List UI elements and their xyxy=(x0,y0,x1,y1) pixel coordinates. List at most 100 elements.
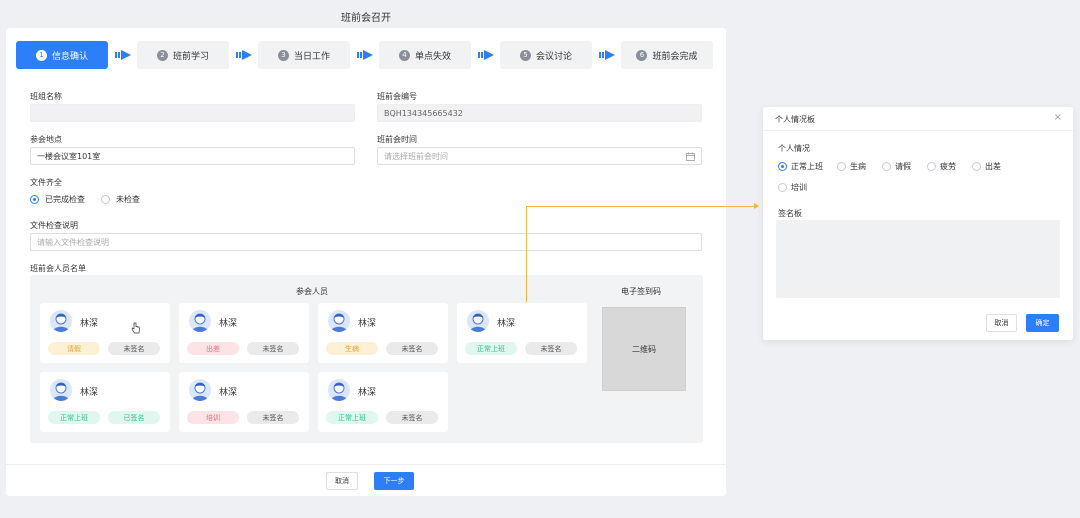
step-1[interactable]: 1 信息确认 xyxy=(16,41,108,69)
radio-sick[interactable] xyxy=(837,162,846,171)
participant-card[interactable]: 林深 出差 未签名 xyxy=(179,303,309,363)
qr-code: 二维码 xyxy=(602,307,686,391)
status-badge[interactable]: 请假 xyxy=(48,342,100,355)
step-number: 3 xyxy=(277,49,289,61)
calendar-icon xyxy=(686,152,695,161)
sign-badge: 未签名 xyxy=(386,411,438,424)
docs-radio-unchecked[interactable] xyxy=(101,195,110,204)
connector-line xyxy=(526,206,756,207)
avatar xyxy=(50,379,72,401)
qr-title: 电子签到码 xyxy=(621,287,661,296)
step-3[interactable]: 3 当日工作 xyxy=(258,41,350,69)
sign-badge: 未签名 xyxy=(108,342,160,355)
radio-trip[interactable] xyxy=(972,162,981,171)
status-badge[interactable]: 培训 xyxy=(187,411,239,424)
participant-name: 林深 xyxy=(80,319,99,329)
participant-card[interactable]: 林深 生病 未签名 xyxy=(318,303,448,363)
docs-radio-done[interactable] xyxy=(30,195,39,204)
participants-title: 参会人员 xyxy=(296,287,328,296)
dialog-confirm-button[interactable]: 确定 xyxy=(1026,314,1059,332)
participant-card[interactable]: 林深 正常上班 未签名 xyxy=(457,303,587,363)
status-badge[interactable]: 正常上班 xyxy=(48,411,100,424)
dialog-title: 个人情况板 xyxy=(775,115,815,124)
option-label: 生病 xyxy=(850,162,866,171)
participant-name: 林深 xyxy=(358,388,377,398)
next-button[interactable]: 下一步 xyxy=(374,472,414,490)
avatar xyxy=(50,310,72,332)
dialog-header: 个人情况板 × xyxy=(763,107,1073,131)
step-label: 会议讨论 xyxy=(535,51,572,62)
connector-arrow-icon xyxy=(754,203,759,209)
cancel-button[interactable]: 取消 xyxy=(326,472,358,490)
step-number: 5 xyxy=(519,49,531,61)
docs-option-label: 未检查 xyxy=(116,195,140,204)
step-arrow-icon xyxy=(592,41,621,69)
sign-badge: 已签名 xyxy=(108,411,160,424)
page-title: 班前会召开 xyxy=(341,13,391,24)
docs-note-label: 文件检查说明 xyxy=(30,221,78,230)
signature-label: 签名板 xyxy=(778,209,802,218)
meeting-no-field[interactable]: BQH134345665432 xyxy=(377,104,702,122)
avatar xyxy=(467,310,489,332)
avatar xyxy=(189,379,211,401)
sign-badge: 未签名 xyxy=(247,342,299,355)
radio-leave[interactable] xyxy=(882,162,891,171)
participant-card[interactable]: 林深 培训 未签名 xyxy=(179,372,309,432)
radio-normal[interactable] xyxy=(778,162,787,171)
meeting-time-placeholder: 请选择班前会时间 xyxy=(384,151,448,161)
docs-note-input[interactable]: 请输入文件检查说明 xyxy=(30,233,702,251)
step-label: 班前学习 xyxy=(172,51,209,62)
team-name-label: 班组名称 xyxy=(30,92,62,101)
avatar xyxy=(328,379,350,401)
dialog-cancel-button[interactable]: 取消 xyxy=(986,314,1017,332)
step-label: 信息确认 xyxy=(51,51,88,62)
step-label: 班前会完成 xyxy=(652,51,698,62)
situation-radio-group: 正常上班 生病 请假 疲劳 出差 xyxy=(778,161,1001,172)
radio-fatigue[interactable] xyxy=(927,162,936,171)
roster-label: 班前会人员名单 xyxy=(30,264,86,273)
avatar xyxy=(328,310,350,332)
radio-training[interactable] xyxy=(778,183,787,192)
close-icon[interactable]: × xyxy=(1054,112,1062,123)
option-label: 培训 xyxy=(791,183,807,192)
signature-pad[interactable] xyxy=(776,220,1060,298)
participant-name: 林深 xyxy=(219,388,238,398)
sign-badge: 未签名 xyxy=(386,342,438,355)
step-arrow-icon xyxy=(108,41,137,69)
step-number: 2 xyxy=(156,49,168,61)
option-label: 请假 xyxy=(895,162,911,171)
pointer-cursor-icon xyxy=(131,322,140,334)
status-badge[interactable]: 生病 xyxy=(326,342,378,355)
participant-card[interactable]: 林深 正常上班 未签名 xyxy=(318,372,448,432)
step-number: 4 xyxy=(398,49,410,61)
main-card: 1 信息确认 2 班前学习 3 当日工作 4 单点失效 5 会议讨论 6 班前会… xyxy=(6,28,726,496)
docs-label: 文件齐全 xyxy=(30,178,62,187)
option-label: 出差 xyxy=(985,162,1001,171)
participant-card[interactable]: 林深 正常上班 已签名 xyxy=(40,372,170,432)
docs-option-label: 已完成检查 xyxy=(45,195,85,204)
step-5[interactable]: 5 会议讨论 xyxy=(500,41,592,69)
team-name-field[interactable] xyxy=(30,104,355,122)
participant-name: 林深 xyxy=(219,319,238,329)
step-6[interactable]: 6 班前会完成 xyxy=(621,41,713,69)
step-number: 6 xyxy=(636,49,648,61)
sign-badge: 未签名 xyxy=(247,411,299,424)
step-number: 1 xyxy=(35,49,47,61)
option-label: 疲劳 xyxy=(940,162,956,171)
participant-card[interactable]: 林深 请假 未签名 xyxy=(40,303,170,363)
meeting-time-picker[interactable]: 请选择班前会时间 xyxy=(377,147,702,165)
step-4[interactable]: 4 单点失效 xyxy=(379,41,471,69)
step-label: 当日工作 xyxy=(293,51,330,62)
status-badge[interactable]: 出差 xyxy=(187,342,239,355)
roster-panel: 参会人员 电子签到码 林深 请假 未签名 林深 出差 未签名 林深 生病 未签名… xyxy=(30,275,703,443)
step-arrow-icon xyxy=(350,41,379,69)
status-badge[interactable]: 正常上班 xyxy=(326,411,378,424)
step-label: 单点失效 xyxy=(414,51,451,62)
option-label: 正常上班 xyxy=(791,162,823,171)
meeting-time-label: 班前会时间 xyxy=(377,135,417,144)
step-arrow-icon xyxy=(471,41,500,69)
docs-radio-group: 已完成检查 未检查 xyxy=(30,194,140,205)
step-2[interactable]: 2 班前学习 xyxy=(137,41,229,69)
status-badge[interactable]: 正常上班 xyxy=(465,342,517,355)
location-field[interactable]: 一楼会议室101室 xyxy=(30,147,355,165)
